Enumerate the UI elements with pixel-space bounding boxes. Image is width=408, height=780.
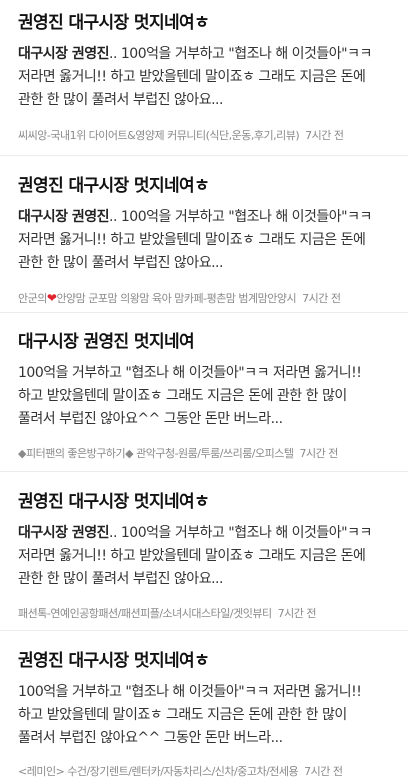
result-snippet[interactable]: 100억을 거부하고 "협조나 해 이것들아"ㅋㅋ 저라면 옳거니!! 하고 받… — [18, 681, 390, 750]
snippet-line: 하고 받았을텐데 말이죠ㅎ 그래도 지금은 돈에 관한 한 많이 — [18, 704, 390, 727]
result-meta: 씨씨앙-국내1위 다이어트&영양제 커뮤니티(식단,운동,후기,리뷰) 7시간 전 — [18, 128, 390, 144]
snippet-text: 풀려서 부럽진 않아요^^ 그동안 돈만 버느라... — [18, 730, 283, 746]
post-time: 7시간 전 — [302, 292, 341, 305]
result-meta: 패션톡-연예인공항패션/패션피플/소녀시대스타일/겟잇뷰티 7시간 전 — [18, 606, 390, 622]
snippet-text: 관한 한 많이 풀려서 부럽진 않아요... — [18, 92, 223, 108]
result-snippet[interactable]: 대구시장 권영진.. 100억을 거부하고 "협조나 해 이것들아"ㅋㅋ 저라면… — [18, 206, 390, 275]
snippet-line: 100억을 거부하고 "협조나 해 이것들아"ㅋㅋ 저라면 옳거니!! — [18, 362, 390, 385]
result-item[interactable]: 대구시장 권영진 멋지네여 100억을 거부하고 "협조나 해 이것들아"ㅋㅋ … — [0, 313, 408, 472]
snippet-line: 대구시장 권영진.. 100억을 거부하고 "협조나 해 이것들아"ㅋㅋ — [18, 522, 390, 545]
snippet-highlight: 대구시장 권영진 — [18, 209, 110, 225]
snippet-highlight: 대구시장 권영진 — [18, 525, 110, 541]
result-item[interactable]: 권영진 대구시장 멋지네여ㅎ 100억을 거부하고 "협조나 해 이것들아"ㅋㅋ… — [0, 631, 408, 778]
snippet-text: 100억을 거부하고 "협조나 해 이것들아"ㅋㅋ 저라면 옳거니!! — [18, 365, 362, 381]
snippet-text: .. 100억을 거부하고 "협조나 해 이것들아"ㅋㅋ — [109, 46, 372, 62]
snippet-line: 하고 받았을텐데 말이죠ㅎ 그래도 지금은 돈에 관한 한 많이 — [18, 385, 390, 408]
post-time: 7시간 전 — [277, 607, 317, 620]
snippet-line: 저라면 옳거니!! 하고 받았을텐데 말이죠ㅎ 그래도 지금은 돈에 — [18, 66, 390, 89]
result-item[interactable]: 권영진 대구시장 멋지네여ㅎ 대구시장 권영진.. 100억을 거부하고 "협조… — [0, 472, 408, 631]
search-results-list: 권영진 대구시장 멋지네여ㅎ 대구시장 권영진.. 100억을 거부하고 "협조… — [0, 0, 408, 778]
post-time: 7시간 전 — [299, 447, 339, 460]
snippet-line: 저라면 옳거니!! 하고 받았을텐데 말이죠ㅎ 그래도 지금은 돈에 — [18, 545, 390, 568]
snippet-line: 대구시장 권영진.. 100억을 거부하고 "협조나 해 이것들아"ㅋㅋ — [18, 43, 390, 66]
snippet-text: 하고 받았을텐데 말이죠ㅎ 그래도 지금은 돈에 관한 한 많이 — [18, 388, 347, 404]
snippet-line: 풀려서 부럽진 않아요^^ 그동안 돈만 버느라... — [18, 408, 390, 431]
snippet-text: 관한 한 많이 풀려서 부럽진 않아요... — [18, 571, 223, 587]
source-suffix: 안양맘 군포맘 의왕맘 육아 맘카페-평촌맘 범계맘안양시 — [56, 292, 297, 305]
snippet-text: 저라면 옳거니!! 하고 받았을텐데 말이죠ㅎ 그래도 지금은 돈에 — [18, 232, 366, 248]
snippet-line: 저라면 옳거니!! 하고 받았을텐데 말이죠ㅎ 그래도 지금은 돈에 — [18, 229, 390, 252]
snippet-line: 풀려서 부럽진 않아요^^ 그동안 돈만 버느라... — [18, 727, 390, 750]
snippet-text: 100억을 거부하고 "협조나 해 이것들아"ㅋㅋ 저라면 옳거니!! — [18, 684, 362, 700]
result-title[interactable]: 권영진 대구시장 멋지네여ㅎ — [18, 0, 390, 35]
cafe-source-link[interactable]: <레미인> 수건/장기렌트/렌터카/자동차리스/신차/중고차/전세용 — [18, 765, 299, 778]
result-item[interactable]: 권영진 대구시장 멋지네여ㅎ 대구시장 권영진.. 100억을 거부하고 "협조… — [0, 156, 408, 313]
snippet-text: 저라면 옳거니!! 하고 받았을텐데 말이죠ㅎ 그래도 지금은 돈에 — [18, 69, 366, 85]
snippet-text: 하고 받았을텐데 말이죠ㅎ 그래도 지금은 돈에 관한 한 많이 — [18, 707, 347, 723]
result-title[interactable]: 권영진 대구시장 멋지네여ㅎ — [18, 631, 390, 673]
result-snippet[interactable]: 대구시장 권영진.. 100억을 거부하고 "협조나 해 이것들아"ㅋㅋ 저라면… — [18, 43, 390, 112]
snippet-line: 대구시장 권영진.. 100억을 거부하고 "협조나 해 이것들아"ㅋㅋ — [18, 206, 390, 229]
result-item[interactable]: 권영진 대구시장 멋지네여ㅎ 대구시장 권영진.. 100억을 거부하고 "협조… — [0, 0, 408, 156]
snippet-text: 저라면 옳거니!! 하고 받았을텐데 말이죠ㅎ 그래도 지금은 돈에 — [18, 548, 366, 564]
cafe-source-link[interactable]: ◆피터팬의 좋은방구하기◆ 관악구청-원룸/투룸/쓰리룸/오피스텔 — [18, 447, 294, 460]
snippet-text: 풀려서 부럽진 않아요^^ 그동안 돈만 버느라... — [18, 411, 283, 427]
snippet-text: .. 100억을 거부하고 "협조나 해 이것들아"ㅋㅋ — [109, 525, 372, 541]
result-meta: 안군의❤안양맘 군포맘 의왕맘 육아 맘카페-평촌맘 범계맘안양시 7시간 전 — [18, 290, 390, 307]
snippet-text: 관한 한 많이 풀려서 부럽진 않아요... — [18, 255, 223, 271]
result-title[interactable]: 대구시장 권영진 멋지네여 — [18, 313, 390, 354]
snippet-line: 100억을 거부하고 "협조나 해 이것들아"ㅋㅋ 저라면 옳거니!! — [18, 681, 390, 704]
snippet-line: 관한 한 많이 풀려서 부럽진 않아요... — [18, 89, 390, 112]
snippet-line: 관한 한 많이 풀려서 부럽진 않아요... — [18, 568, 390, 591]
snippet-text: .. 100억을 거부하고 "협조나 해 이것들아"ㅋㅋ — [109, 209, 372, 225]
snippet-line: 관한 한 많이 풀려서 부럽진 않아요... — [18, 252, 390, 275]
result-meta: <레미인> 수건/장기렌트/렌터카/자동차리스/신차/중고차/전세용 7시간 전 — [18, 764, 390, 780]
result-meta: ◆피터팬의 좋은방구하기◆ 관악구청-원룸/투룸/쓰리룸/오피스텔 7시간 전 — [18, 446, 390, 462]
cafe-source-link[interactable]: 패션톡-연예인공항패션/패션피플/소녀시대스타일/겟잇뷰티 — [18, 607, 272, 620]
result-title[interactable]: 권영진 대구시장 멋지네여ㅎ — [18, 156, 390, 198]
cafe-source-link[interactable]: 씨씨앙-국내1위 다이어트&영양제 커뮤니티(식단,운동,후기,리뷰) — [18, 129, 300, 142]
heart-icon: ❤ — [46, 291, 57, 305]
result-snippet[interactable]: 100억을 거부하고 "협조나 해 이것들아"ㅋㅋ 저라면 옳거니!! 하고 받… — [18, 362, 390, 431]
post-time: 7시간 전 — [304, 765, 343, 778]
post-time: 7시간 전 — [305, 129, 344, 142]
source-prefix: 안군의 — [18, 292, 47, 305]
cafe-source-link[interactable]: 안군의❤안양맘 군포맘 의왕맘 육아 맘카페-평촌맘 범계맘안양시 — [18, 291, 297, 305]
result-title[interactable]: 권영진 대구시장 멋지네여ㅎ — [18, 472, 390, 514]
result-snippet[interactable]: 대구시장 권영진.. 100억을 거부하고 "협조나 해 이것들아"ㅋㅋ 저라면… — [18, 522, 390, 591]
snippet-highlight: 대구시장 권영진 — [18, 46, 110, 62]
